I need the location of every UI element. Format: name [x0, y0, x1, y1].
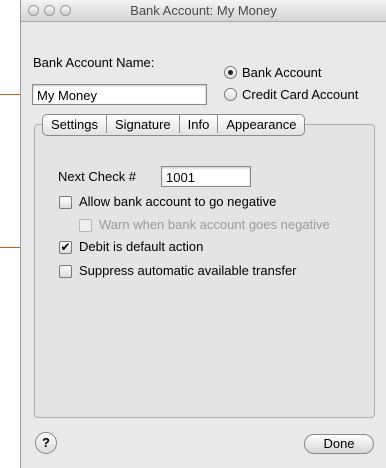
radio-bank-account-label[interactable]: Bank Account	[242, 65, 322, 80]
checkbox-allow-negative[interactable]	[59, 196, 72, 209]
checkbox-debit-default[interactable]: ✔	[59, 241, 72, 254]
checkbox-suppress-transfer[interactable]	[59, 265, 72, 278]
checkmark-icon: ✔	[60, 240, 71, 254]
account-name-field[interactable]: My Money	[32, 84, 207, 105]
radio-bank-account[interactable]	[224, 66, 237, 79]
window-title: Bank Account: My Money	[130, 3, 277, 18]
help-button[interactable]: ?	[35, 432, 57, 454]
tab-signature[interactable]: Signature	[107, 115, 180, 133]
checkbox-warn-negative	[79, 219, 92, 232]
radio-credit-card-label[interactable]: Credit Card Account	[242, 87, 358, 102]
radio-credit-card-account[interactable]	[224, 88, 237, 101]
done-button[interactable]: Done	[304, 434, 374, 454]
debit-default-label[interactable]: Debit is default action	[79, 239, 203, 254]
bank-account-window: Bank Account: My Money Bank Account Name…	[20, 0, 386, 468]
warn-negative-label: Warn when bank account goes negative	[99, 217, 330, 232]
tab-bar: Settings Signature Info Appearance	[42, 114, 306, 136]
allow-negative-label[interactable]: Allow bank account to go negative	[79, 194, 276, 209]
radio-selected-dot	[228, 70, 233, 75]
next-check-field[interactable]: 1001	[161, 166, 251, 187]
title-bar[interactable]: Bank Account: My Money	[21, 0, 386, 22]
settings-tab-panel: Next Check # 1001 Allow bank account to …	[34, 124, 375, 418]
tab-info[interactable]: Info	[180, 115, 219, 133]
tab-appearance[interactable]: Appearance	[218, 115, 304, 133]
account-name-label: Bank Account Name:	[33, 55, 155, 70]
tab-settings[interactable]: Settings	[43, 115, 107, 133]
suppress-transfer-label[interactable]: Suppress automatic available transfer	[79, 263, 297, 278]
next-check-label: Next Check #	[58, 169, 137, 184]
